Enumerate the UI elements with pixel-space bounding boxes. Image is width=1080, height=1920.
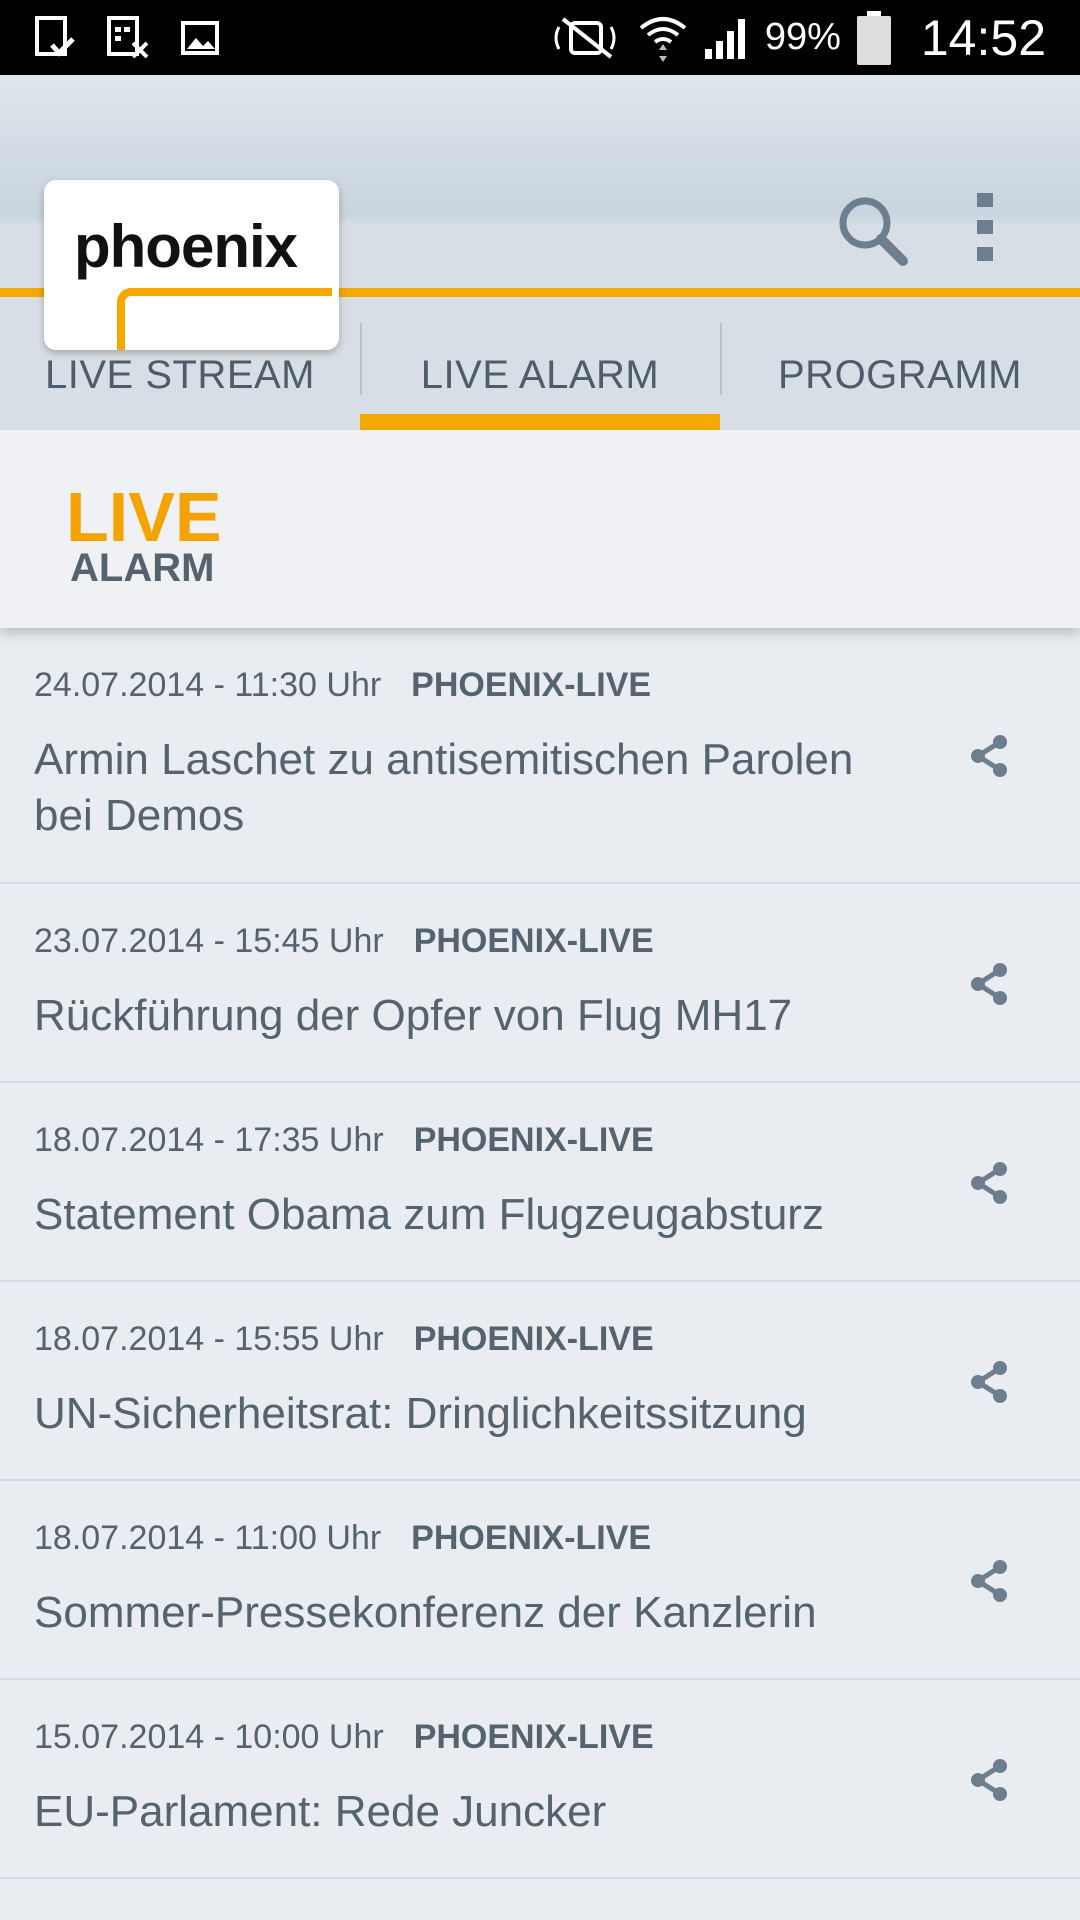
share-icon (971, 1560, 1007, 1602)
tab-programm[interactable]: PROGRAMM (720, 320, 1080, 430)
battery-icon (855, 10, 893, 65)
share-button[interactable] (962, 956, 1018, 1012)
share-icon (971, 963, 1007, 1005)
share-icon (971, 1759, 1007, 1801)
list-item[interactable]: 24.07.2014 - 11:30 Uhr PHOENIX-LIVE Armin… (0, 628, 1080, 884)
tab-live-stream[interactable]: LIVE STREAM (0, 320, 360, 430)
header-alarm-label: ALARM (70, 546, 215, 590)
item-meta: 15.07.2014 - 10:00 Uhr PHOENIX-LIVE (34, 1718, 654, 1757)
item-meta: 18.07.2014 - 15:55 Uhr PHOENIX-LIVE (34, 1320, 654, 1359)
share-button[interactable] (962, 1752, 1018, 1808)
item-title: Sommer-Pressekonferenz der Kanzlerin (34, 1588, 817, 1637)
wifi-icon (637, 12, 689, 64)
alarm-list: 24.07.2014 - 11:30 Uhr PHOENIX-LIVE Armin… (0, 628, 1080, 1879)
item-datetime: 18.07.2014 - 15:55 Uhr (34, 1320, 384, 1358)
search-icon (839, 197, 908, 266)
tab-live-alarm[interactable]: LIVE ALARM (360, 320, 720, 430)
share-button[interactable] (962, 1155, 1018, 1211)
image-icon (180, 18, 220, 58)
item-datetime: 15.07.2014 - 10:00 Uhr (34, 1718, 384, 1756)
item-meta: 24.07.2014 - 11:30 Uhr PHOENIX-LIVE (34, 666, 651, 705)
header-live-label: LIVE (66, 478, 222, 556)
item-meta: 18.07.2014 - 11:00 Uhr PHOENIX-LIVE (34, 1519, 651, 1558)
tab-bar: LIVE STREAM LIVE ALARM PROGRAMM (0, 320, 1080, 430)
signal-icon (703, 15, 751, 61)
item-title: Armin Laschet zu antisemitischen Parolen… (34, 735, 854, 840)
item-source: PHOENIX-LIVE (413, 922, 654, 960)
share-icon (971, 735, 1007, 777)
item-source: PHOENIX-LIVE (411, 666, 652, 704)
live-alarm-header: LIVE ALARM (0, 430, 1080, 628)
list-item[interactable]: 18.07.2014 - 17:35 Uhr PHOENIX-LIVE State… (0, 1083, 1080, 1282)
item-source: PHOENIX-LIVE (413, 1718, 654, 1756)
item-title: EU-Parlament: Rede Juncker (34, 1787, 607, 1836)
item-source: PHOENIX-LIVE (413, 1121, 654, 1159)
share-button[interactable] (962, 1553, 1018, 1609)
item-source: PHOENIX-LIVE (413, 1320, 654, 1358)
status-bar: 99% 14:52 (0, 0, 1080, 75)
calendar-cancel-icon (106, 15, 152, 61)
logo-text: phoenix (74, 213, 298, 280)
item-title: Statement Obama zum Flugzeugabsturz (34, 1190, 824, 1239)
list-item[interactable]: 15.07.2014 - 10:00 Uhr PHOENIX-LIVE EU-Pa… (0, 1680, 1080, 1879)
share-icon (971, 1361, 1007, 1403)
item-meta: 23.07.2014 - 15:45 Uhr PHOENIX-LIVE (34, 922, 654, 961)
share-button[interactable] (962, 728, 1018, 784)
list-item[interactable]: 23.07.2014 - 15:45 Uhr PHOENIX-LIVE Rückf… (0, 884, 1080, 1083)
download-done-icon (34, 15, 78, 61)
item-meta: 18.07.2014 - 17:35 Uhr PHOENIX-LIVE (34, 1121, 654, 1160)
list-item[interactable]: 18.07.2014 - 15:55 Uhr PHOENIX-LIVE UN-Si… (0, 1282, 1080, 1481)
clock: 14:52 (920, 9, 1046, 66)
item-title: Rückführung der Opfer von Flug MH17 (34, 991, 793, 1040)
item-datetime: 18.07.2014 - 17:35 Uhr (34, 1121, 384, 1159)
share-button[interactable] (962, 1354, 1018, 1410)
item-datetime: 18.07.2014 - 11:00 Uhr (34, 1519, 382, 1557)
mute-icon (549, 15, 623, 61)
more-vertical-icon (977, 193, 993, 261)
overflow-menu-button[interactable] (970, 193, 1000, 263)
item-datetime: 23.07.2014 - 15:45 Uhr (34, 922, 384, 960)
item-title: UN-Sicherheitsrat: Dringlichkeitssitzung (34, 1389, 807, 1438)
battery-percent: 99% (764, 16, 841, 58)
share-icon (971, 1162, 1007, 1204)
search-button[interactable] (835, 193, 910, 268)
item-datetime: 24.07.2014 - 11:30 Uhr (34, 666, 382, 704)
item-source: PHOENIX-LIVE (411, 1519, 652, 1557)
list-item[interactable]: 18.07.2014 - 11:00 Uhr PHOENIX-LIVE Somme… (0, 1481, 1080, 1680)
